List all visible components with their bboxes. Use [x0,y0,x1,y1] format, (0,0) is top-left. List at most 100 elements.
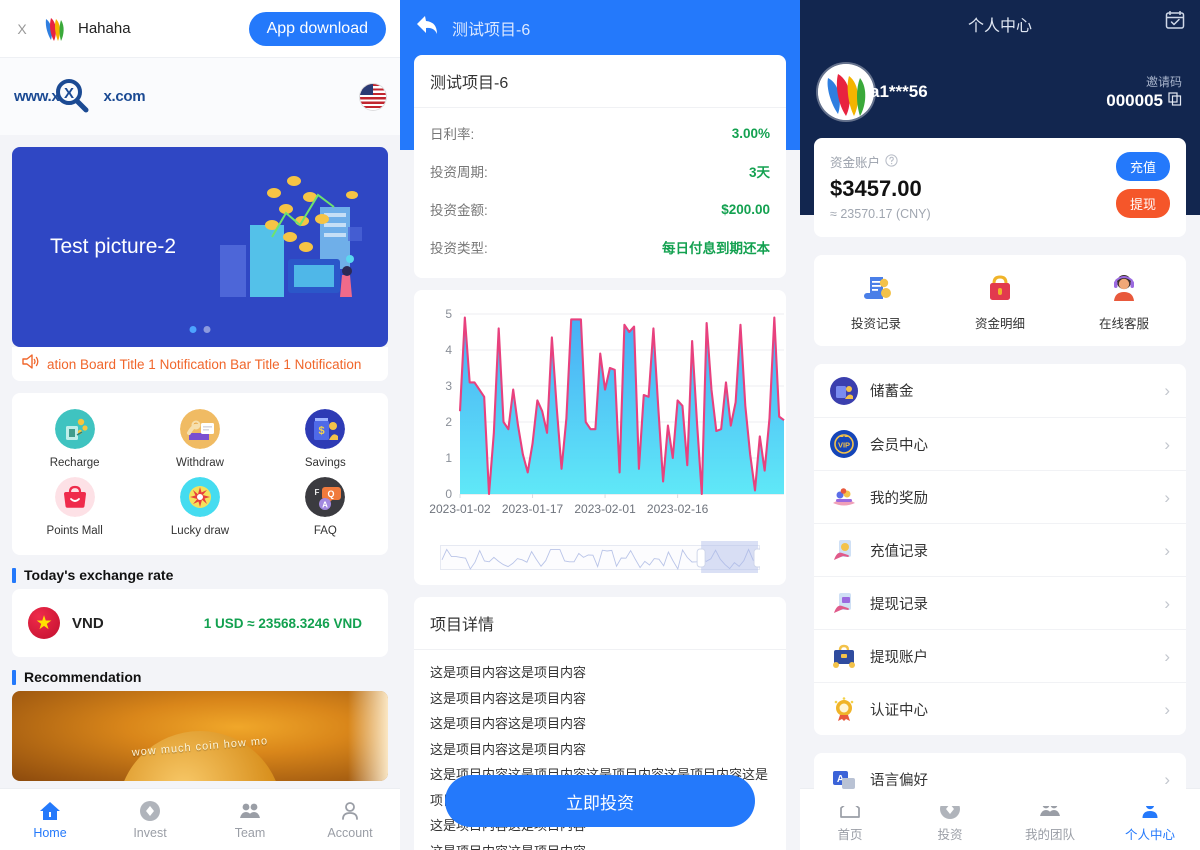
quick-link-label: 投资记录 [850,317,901,331]
quick-action-label: Withdraw [176,457,224,469]
close-icon[interactable]: X [14,21,30,37]
project-kv-row: 投资金额: $200.00 [414,190,786,228]
project-summary-card: 测试项目-6 日利率: 3.00% 投资周期: 3天 投资金额: $200.00… [414,55,786,278]
menu-item-vip-member[interactable]: VIP 会员中心 › [814,417,1186,470]
invite-code-box[interactable]: 邀请码 000005 [1106,73,1182,111]
accent-bar [12,669,16,685]
chevron-right-icon: › [1164,770,1170,789]
menu-item-label: 提现记录 [870,596,928,613]
withdraw-icon [179,409,220,449]
profile-header: 个人中心 [800,0,1200,48]
project-kv-row: 投资类型: 每日付息到期还本 [414,228,786,266]
tab-label: 个人中心 [1124,827,1175,842]
quick-action-savings[interactable]: $ Savings [263,409,388,469]
recommendation-heading: Recommendation [12,669,388,685]
quick-link-online-service[interactable]: 在线客服 [1062,271,1186,332]
project-kv-list: 日利率: 3.00% 投资周期: 3天 投资金额: $200.00 投资类型: … [414,108,786,278]
recharge-record-icon [830,536,858,564]
menu-item-label: 充值记录 [870,543,928,560]
quick-action-lucky-draw[interactable]: Lucky draw [137,477,262,537]
menu-item-savings-fund[interactable]: 储蓄金 › [814,364,1186,417]
quick-action-withdraw[interactable]: Withdraw [137,409,262,469]
chevron-right-icon: › [1164,381,1170,400]
menu-item-label: 会员中心 [870,437,928,454]
banner-fade [348,691,388,781]
notification-bar[interactable]: ation Board Title 1 Notification Bar Tit… [12,347,388,381]
tab-label: Team [234,826,266,840]
exchange-rate-card: ★ VND 1 USD ≈ 23568.3246 VND [12,589,388,657]
banner-dots[interactable] [189,326,211,333]
quick-link-label: 在线客服 [1098,317,1149,331]
detail-paragraph: 这是项目内容这是项目内容 [430,690,587,706]
menu-item-recharge-record[interactable]: 充值记录 › [814,523,1186,576]
withdraw-button[interactable]: 提现 [1115,189,1170,218]
invest-now-button[interactable]: 立即投资 [445,775,755,827]
app-download-button[interactable]: App download [248,11,386,46]
menu-item-label: 认证中心 [870,702,928,719]
tab-label: 首页 [837,827,863,842]
fund-detail-icon [983,271,1017,305]
svg-text:VIP: VIP [838,441,850,450]
chevron-right-icon: › [1164,487,1170,507]
left-bottom-tabbar: Home Invest Team Account [0,788,400,850]
tab-label: Invest [133,826,167,840]
magnifier-x-icon: X [52,76,92,116]
site-url-right: x.com [103,88,146,105]
question-circle-icon[interactable] [885,153,898,170]
speaker-icon [22,354,39,374]
tab-invest[interactable]: Invest [100,789,200,850]
area-chart[interactable]: 0 1 2 3 4 5 2023-01-02 2023-01-17 2023-02-01 2023… [422,302,790,532]
language-icon: A [830,766,858,794]
tab-team[interactable]: Team [200,789,300,850]
quick-link-label: 资金明细 [974,317,1025,331]
recommendation-banner[interactable]: wow much coin how mo [12,691,388,781]
rainbow-leaf-avatar[interactable] [818,64,874,120]
promo-banner[interactable]: Test picture-2 [12,147,388,347]
detail-paragraph: 这是项目内容这是项目内容 [430,716,587,731]
invest-icon [138,799,162,823]
chart-datazoom-slider[interactable] [440,541,760,575]
menu-item-my-rewards[interactable]: 我的奖励 › [814,470,1186,523]
menu-item-withdraw-account[interactable]: 提现账户 › [814,629,1186,682]
copy-icon[interactable] [1168,91,1182,111]
svg-text:F: F [315,488,320,497]
project-chart-card[interactable]: 0 1 2 3 4 5 2023-01-02 2023-01-17 2023-02-01 2023… [414,290,786,585]
three-panel-screenshot: X Hahaha App download www.x X x.com Test… [0,0,1200,850]
invest-record-icon [859,271,893,305]
us-flag-icon[interactable] [360,83,386,110]
tab-account[interactable]: Account [300,789,400,850]
recharge-button[interactable]: 充值 [1115,152,1170,181]
savings-fund-icon [830,376,858,405]
profile-user-row: a1***56 邀请码 000005 [800,48,1200,120]
back-arrow-icon[interactable] [414,13,440,42]
svg-text:1: 1 [445,451,452,465]
kv-value: 3.00% [731,125,770,141]
quick-link-invest-record[interactable]: 投资记录 [814,271,938,332]
quick-action-label: Lucky draw [170,525,230,537]
menu-item-certification[interactable]: 认证中心 › [814,682,1186,735]
calendar-check-icon[interactable] [1164,9,1186,36]
menu-item-withdraw-record[interactable]: 提现记录 › [814,576,1186,629]
svg-text:Q: Q [328,489,335,499]
svg-text:2023-02-01: 2023-02-01 [574,502,636,516]
kv-key: 投资类型: [430,241,488,256]
quick-links-grid: 投资记录 资金明细 在线客服 [814,255,1186,346]
middle-panel-project-detail: 测试项目-6 测试项目-6 日利率: 3.00% 投资周期: 3天 投资金额: … [400,0,800,850]
svg-text:X: X [64,85,74,102]
quick-action-label: Savings [304,457,346,469]
rainbow-leaf-logo [40,15,68,43]
chevron-right-icon: › [1164,540,1170,560]
project-detail-title: 项目详情 [414,597,786,650]
quick-action-recharge[interactable]: Recharge [12,409,137,469]
quick-action-points-mall[interactable]: Points Mall [12,477,137,537]
balance-card: 资金账户 $3457.00 ≈ 23570.17 (CNY) 充值 提现 [814,138,1186,237]
menu-item-language[interactable]: A 语言偏好 › [814,753,1186,806]
quick-action-faq[interactable]: Q A F FAQ [263,477,388,537]
kv-key: 投资周期: [430,165,488,180]
profile-menu-card: 储蓄金 › VIP 会员中心 › 我的奖励 › 充值记录 › 提现记录 › 提现… [814,364,1186,735]
tab-home[interactable]: Home [0,789,100,850]
exchange-rate-title: Today's exchange rate [24,567,174,583]
svg-text:A: A [322,501,328,510]
withdraw-account-icon [830,642,858,670]
quick-link-fund-detail[interactable]: 资金明细 [938,271,1062,332]
